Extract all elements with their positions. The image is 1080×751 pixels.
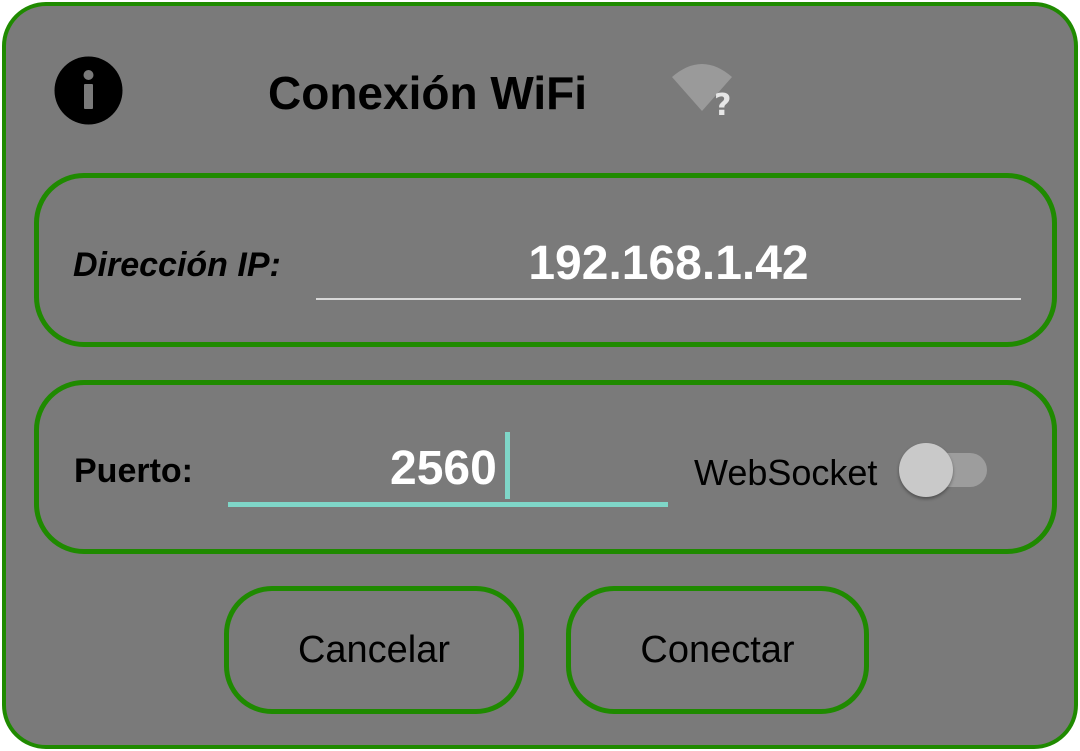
port-underline <box>228 502 668 507</box>
text-cursor <box>505 432 510 499</box>
ip-address-underline <box>316 298 1021 300</box>
websocket-label: WebSocket <box>694 452 878 493</box>
wifi-connection-dialog: Conexión WiFi ? Dirección IP: 192.168.1.… <box>2 2 1078 749</box>
ip-address-input[interactable]: 192.168.1.42 <box>316 236 1021 291</box>
dialog-title: Conexión WiFi <box>268 67 588 119</box>
port-label: Puerto: <box>74 452 193 490</box>
cancel-button[interactable]: Cancelar <box>224 586 524 714</box>
port-input[interactable]: 2560 <box>228 432 668 510</box>
websocket-toggle[interactable] <box>899 442 989 498</box>
svg-text:?: ? <box>714 88 731 119</box>
wifi-unknown-icon: ? <box>670 59 744 123</box>
connect-button[interactable]: Conectar <box>566 586 869 714</box>
toggle-thumb <box>899 443 953 497</box>
ip-address-label: Dirección IP: <box>73 246 281 284</box>
port-value: 2560 <box>390 442 497 495</box>
info-icon[interactable] <box>54 56 123 125</box>
